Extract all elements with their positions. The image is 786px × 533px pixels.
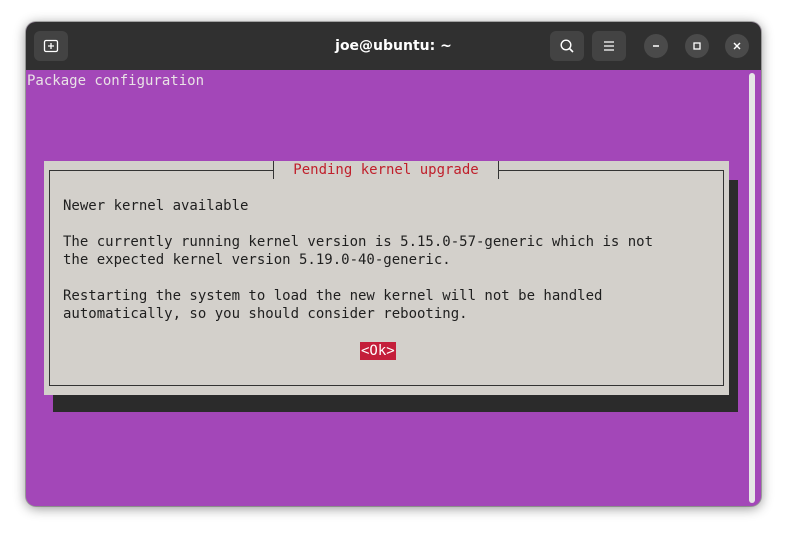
menu-icon — [604, 41, 614, 51]
maximize-icon — [693, 42, 701, 50]
minimize-button[interactable] — [644, 34, 668, 58]
close-icon — [733, 42, 741, 50]
search-button[interactable] — [550, 31, 584, 61]
scrollbar[interactable] — [749, 73, 755, 503]
dialog-line-reboot-advice: automatically, so you should consider re… — [63, 306, 468, 322]
dialog-line-restart-note: Restarting the system to load the new ke… — [63, 288, 603, 304]
new-tab-button[interactable] — [34, 31, 68, 61]
dialog-line-newer-kernel: Newer kernel available — [63, 198, 249, 214]
dialog-line-running-version: The currently running kernel version is … — [63, 234, 654, 250]
search-icon — [560, 39, 574, 53]
minimize-icon — [653, 45, 659, 47]
kernel-upgrade-dialog: Pending kernel upgrade Newer kernel avai… — [44, 161, 729, 395]
dialog-title: Pending kernel upgrade — [273, 161, 499, 179]
terminal-window: joe@ubuntu: ~ Package configuration Pend… — [26, 22, 761, 506]
dialog-line-expected-version: the expected kernel version 5.19.0-40-ge… — [63, 252, 451, 268]
package-configuration-header: Package configuration — [27, 73, 205, 89]
ok-button[interactable]: <Ok> — [360, 342, 396, 360]
terminal-area[interactable]: Package configuration Pending kernel upg… — [26, 70, 761, 506]
title-bar: joe@ubuntu: ~ — [26, 22, 761, 70]
new-tab-icon — [43, 39, 59, 53]
maximize-button[interactable] — [685, 34, 709, 58]
close-button[interactable] — [725, 34, 749, 58]
menu-button[interactable] — [592, 31, 626, 61]
